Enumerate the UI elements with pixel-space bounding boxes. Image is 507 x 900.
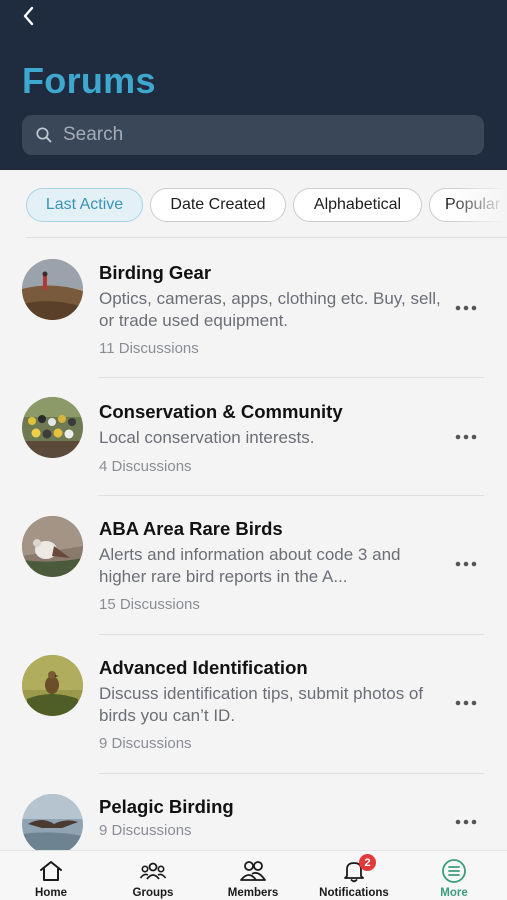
tab-label: Groups: [132, 887, 174, 899]
tab-label: Notifications: [319, 887, 389, 899]
forum-title: ABA Area Rare Birds: [99, 518, 283, 539]
forum-avatar: [22, 397, 83, 458]
tab-notifications[interactable]: 2 Notifications: [312, 851, 396, 900]
forum-avatar: [22, 516, 83, 577]
forum-title: Conservation & Community: [99, 401, 343, 422]
more-options-button[interactable]: [452, 693, 480, 713]
forum-description: Alerts and information about code 3 and …: [99, 545, 401, 586]
chip-fade-overlay: [447, 170, 507, 238]
ellipsis-icon: [455, 700, 477, 706]
tab-label: Members: [227, 887, 279, 899]
tab-label: Home: [35, 887, 67, 899]
ellipsis-icon: [455, 305, 477, 311]
forum-avatar: [22, 259, 83, 320]
forum-avatar: [22, 655, 83, 716]
bottom-tab-bar: Home Groups Members 2 Notifications More: [0, 850, 507, 900]
ellipsis-icon: [455, 434, 477, 440]
forum-avatar: [22, 794, 83, 850]
more-options-button[interactable]: [452, 812, 480, 832]
search-bar[interactable]: [22, 115, 484, 155]
chip-date-created[interactable]: Date Created: [150, 188, 286, 222]
home-icon: [38, 858, 64, 884]
forum-description: Local conservation interests.: [99, 428, 315, 447]
forum-list[interactable]: Birding Gear Optics, cameras, apps, clot…: [0, 238, 507, 850]
forum-description: Discuss identification tips, submit phot…: [99, 684, 424, 725]
tab-groups[interactable]: Groups: [120, 851, 186, 900]
menu-icon: [441, 858, 467, 884]
chevron-left-icon: [23, 6, 34, 26]
ellipsis-icon: [455, 819, 477, 825]
forum-item-rare-birds[interactable]: ABA Area Rare Birds Alerts and informati…: [0, 496, 507, 635]
tab-label: More: [440, 887, 468, 899]
tab-members[interactable]: Members: [218, 851, 288, 900]
notification-badge: 2: [359, 854, 376, 871]
sort-chip-bar[interactable]: Last Active Date Created Alphabetical Po…: [0, 170, 507, 238]
members-icon: [239, 858, 267, 884]
chip-alphabetical[interactable]: Alphabetical: [293, 188, 422, 222]
forum-item-advanced-identification[interactable]: Advanced Identification Discuss identifi…: [0, 635, 507, 774]
more-options-button[interactable]: [452, 298, 480, 318]
forum-title: Advanced Identification: [99, 657, 308, 678]
page-title: Forums: [22, 60, 156, 101]
ellipsis-icon: [455, 561, 477, 567]
tab-home[interactable]: Home: [18, 851, 84, 900]
discussion-count: 4 Discussions: [99, 458, 192, 475]
forum-description: Optics, cameras, apps, clothing etc. Buy…: [99, 289, 441, 330]
groups-icon: [139, 858, 167, 884]
more-options-button[interactable]: [452, 554, 480, 574]
more-options-button[interactable]: [452, 427, 480, 447]
app-header: Forums: [0, 0, 507, 170]
search-input[interactable]: [63, 124, 463, 146]
forum-item-birding-gear[interactable]: Birding Gear Optics, cameras, apps, clot…: [0, 238, 507, 378]
forum-item-pelagic-birding[interactable]: Pelagic Birding 9 Discussions: [0, 774, 507, 850]
forum-item-conservation[interactable]: Conservation & Community Local conservat…: [0, 378, 507, 496]
discussion-count: 11 Discussions: [99, 340, 199, 357]
tab-more[interactable]: More: [422, 851, 486, 900]
search-icon: [35, 126, 53, 144]
discussion-count: 9 Discussions: [99, 822, 192, 839]
forum-title: Birding Gear: [99, 262, 212, 283]
chip-last-active[interactable]: Last Active: [26, 188, 143, 222]
discussion-count: 15 Discussions: [99, 596, 200, 613]
back-button[interactable]: [14, 2, 42, 30]
forum-title: Pelagic Birding: [99, 796, 234, 817]
bell-icon: 2: [341, 854, 376, 884]
discussion-count: 9 Discussions: [99, 735, 192, 752]
